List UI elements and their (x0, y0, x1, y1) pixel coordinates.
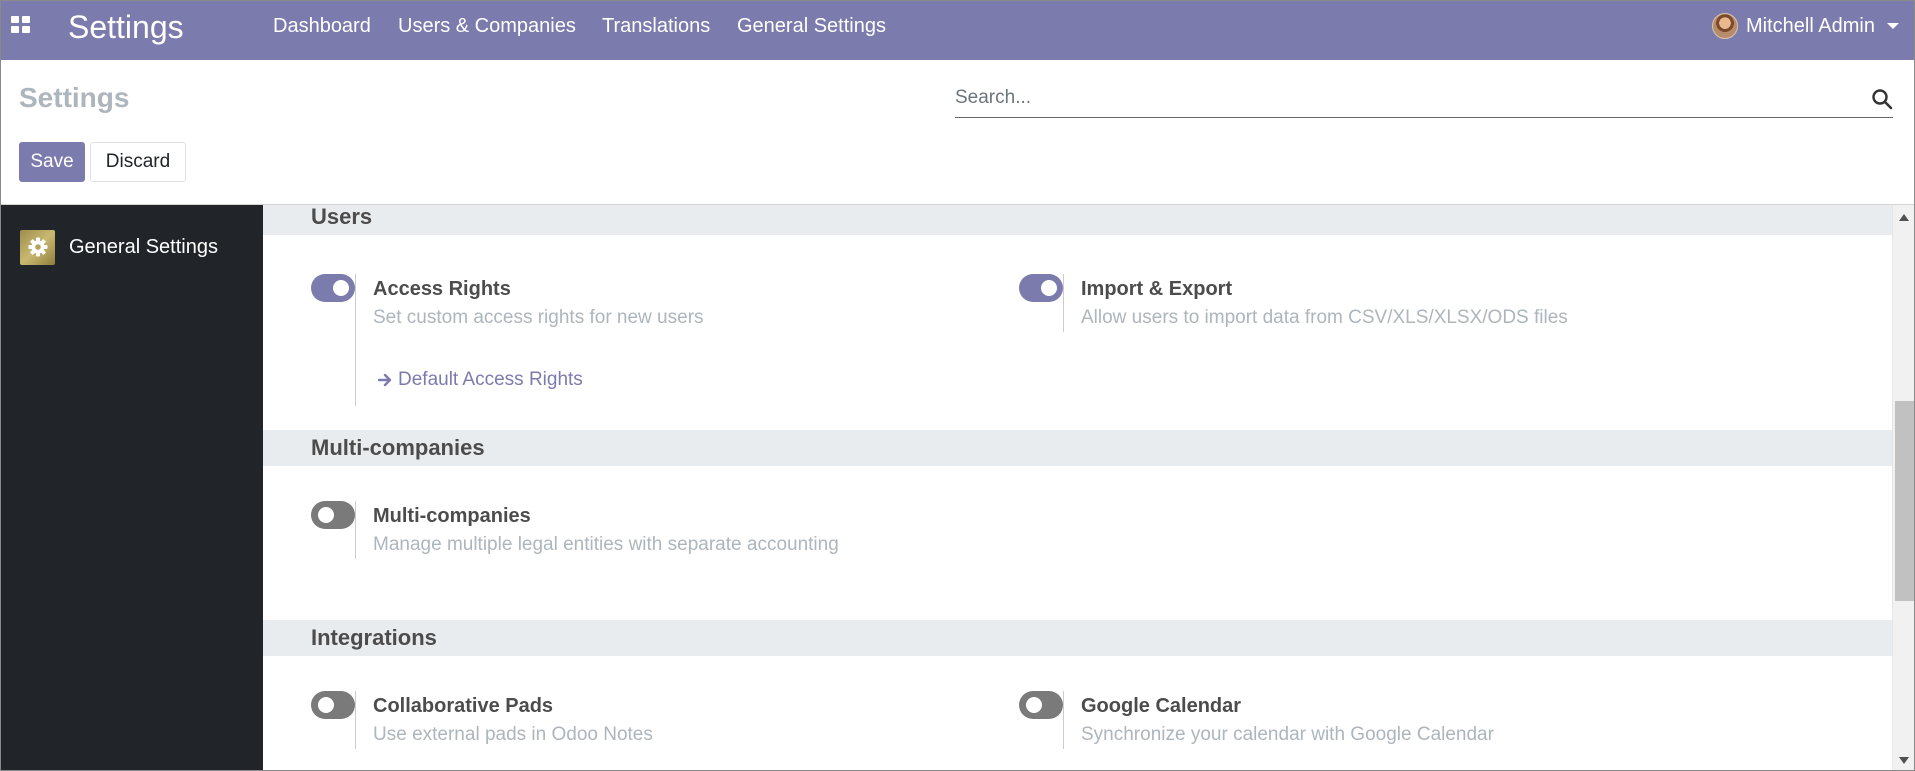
top-navbar: Settings Dashboard Users & Companies Tra… (1, 1, 1914, 60)
section-users: Users (263, 205, 1892, 235)
section-multi-companies: Multi-companies (263, 430, 1892, 466)
menu-translations[interactable]: Translations (602, 14, 710, 38)
search-input[interactable] (955, 80, 1855, 116)
setting-description: Use external pads in Odoo Notes (373, 724, 653, 745)
scroll-up-icon[interactable] (1899, 214, 1909, 221)
user-name: Mitchell Admin (1746, 14, 1875, 37)
menu-general-settings[interactable]: General Settings (737, 14, 886, 38)
multi-companies-toggle[interactable] (311, 501, 355, 529)
setting-description: Set custom access rights for new users (373, 307, 704, 328)
apps-grid-icon[interactable] (11, 16, 31, 34)
setting-title: Multi-companies (373, 505, 531, 527)
save-button[interactable]: Save (19, 142, 85, 182)
setting-title: Access Rights (373, 278, 511, 300)
section-title: Multi-companies (311, 435, 485, 460)
arrow-right-icon (377, 373, 392, 387)
sidebar-item-general-settings[interactable]: General Settings (1, 225, 263, 269)
setting-description: Allow users to import data from CSV/XLS/… (1081, 307, 1568, 328)
discard-button[interactable]: Discard (90, 142, 186, 182)
search-bar (955, 80, 1893, 118)
link-label: Default Access Rights (398, 369, 583, 390)
menu-users-companies[interactable]: Users & Companies (398, 14, 576, 38)
content-scrollbar[interactable] (1892, 205, 1914, 770)
control-panel: Settings Save Discard (1, 60, 1914, 205)
section-title: Integrations (311, 625, 437, 650)
setting-collaborative-pads: Collaborative Pads Use external pads in … (311, 691, 911, 749)
user-menu[interactable]: Mitchell Admin (1712, 12, 1899, 40)
app-brand[interactable]: Settings (68, 7, 184, 47)
default-access-rights-link[interactable]: Default Access Rights (377, 369, 583, 391)
setting-description: Manage multiple legal entities with sepa… (373, 534, 839, 555)
chevron-down-icon (1886, 23, 1899, 29)
setting-title: Import & Export (1081, 278, 1233, 300)
setting-title: Collaborative Pads (373, 695, 554, 717)
setting-import-export: Import & Export Allow users to import da… (1019, 274, 1719, 332)
search-icon[interactable] (1871, 88, 1893, 110)
collaborative-pads-toggle[interactable] (311, 691, 355, 719)
settings-app: Settings Dashboard Users & Companies Tra… (0, 0, 1915, 771)
sidebar-item-label: General Settings (69, 235, 218, 258)
settings-sidebar: General Settings (1, 205, 263, 770)
setting-multi-companies: Multi-companies Manage multiple legal en… (311, 501, 911, 559)
section-title: Users (311, 205, 373, 229)
setting-google-calendar: Google Calendar Synchronize your calenda… (1019, 691, 1719, 749)
avatar (1712, 13, 1738, 39)
access-rights-toggle[interactable] (311, 274, 355, 302)
page-title: Settings (19, 82, 130, 113)
section-integrations: Integrations (263, 620, 1892, 656)
setting-title: Google Calendar (1081, 695, 1242, 717)
scroll-thumb[interactable] (1895, 401, 1914, 601)
settings-content: Users Access Rights Set custom access ri… (263, 205, 1892, 770)
google-calendar-toggle[interactable] (1019, 691, 1063, 719)
setting-description: Synchronize your calendar with Google Ca… (1081, 724, 1494, 745)
import-export-toggle[interactable] (1019, 274, 1063, 302)
setting-access-rights: Access Rights Set custom access rights f… (311, 274, 911, 406)
menu-dashboard[interactable]: Dashboard (273, 14, 371, 38)
scroll-down-icon[interactable] (1899, 757, 1909, 764)
gear-icon (20, 229, 55, 265)
